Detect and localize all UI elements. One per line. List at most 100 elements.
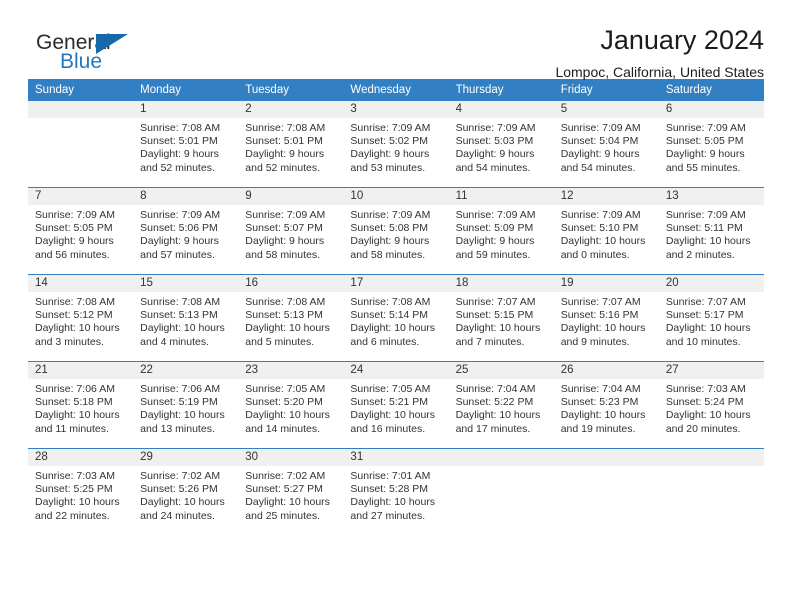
day-cell-28[interactable]: 28 Sunrise: 7:03 AM Sunset: 5:25 PM Dayligh…	[28, 449, 134, 529]
day-cell-5[interactable]: 5 Sunrise: 7:09 AM Sunset: 5:04 PM Daylight…	[553, 101, 659, 187]
day-info-line: and 6 minutes.	[350, 335, 420, 348]
day-cell-18[interactable]: 18 Sunrise: 7:07 AM Sunset: 5:15 PM Dayligh…	[448, 275, 554, 361]
day-cell-15[interactable]: 15 Sunrise: 7:08 AM Sunset: 5:13 PM Dayligh…	[133, 275, 239, 361]
day-number: 1	[133, 101, 239, 118]
day-info-line: and 19 minutes.	[560, 422, 636, 435]
day-sun-info: Sunrise: 7:08 AM Sunset: 5:13 PM Daylight:…	[133, 292, 238, 349]
day-info-line: Sunrise: 7:09 AM	[455, 209, 536, 221]
day-info-line: Daylight: 10 hours	[140, 496, 225, 509]
day-sun-info: Sunrise: 7:02 AM Sunset: 5:27 PM Daylight:…	[238, 466, 343, 523]
day-cell-26[interactable]: 26 Sunrise: 7:04 AM Sunset: 5:23 PM Dayligh…	[553, 362, 659, 448]
day-cell-12[interactable]: 12 Sunrise: 7:09 AM Sunset: 5:10 PM Dayligh…	[553, 188, 659, 274]
day-number: 29	[133, 449, 239, 466]
day-cell-16[interactable]: 16 Sunrise: 7:08 AM Sunset: 5:13 PM Dayligh…	[238, 275, 344, 361]
day-info-line: and 16 minutes.	[350, 422, 426, 435]
day-cell-14[interactable]: 14 Sunrise: 7:08 AM Sunset: 5:12 PM Dayligh…	[28, 275, 134, 361]
day-info-line: Sunrise: 7:04 AM	[455, 383, 536, 395]
day-cell-2[interactable]: 2 Sunrise: 7:08 AM Sunset: 5:01 PM Daylight…	[238, 101, 344, 187]
day-info-line: Sunset: 5:27 PM	[245, 483, 323, 496]
general-blue-logo[interactable]: General Blue	[28, 26, 148, 78]
day-sun-info: Sunrise: 7:06 AM Sunset: 5:18 PM Daylight:…	[28, 379, 133, 436]
day-sun-info: Sunrise: 7:05 AM Sunset: 5:20 PM Daylight:…	[238, 379, 343, 436]
day-cell-29[interactable]: 29 Sunrise: 7:02 AM Sunset: 5:26 PM Dayligh…	[133, 449, 239, 529]
day-cell-19[interactable]: 19 Sunrise: 7:07 AM Sunset: 5:16 PM Dayligh…	[553, 275, 659, 361]
calendar-week-cells: 21 Sunrise: 7:06 AM Sunset: 5:18 PM Dayligh…	[28, 362, 764, 448]
day-cell-6[interactable]: 6 Sunrise: 7:09 AM Sunset: 5:05 PM Daylight…	[658, 101, 764, 187]
weekday-header-friday: Friday	[560, 84, 593, 96]
day-info-line: Sunset: 5:23 PM	[560, 396, 639, 409]
day-info-line: Daylight: 9 hours	[560, 148, 640, 161]
day-info-line: Sunrise: 7:09 AM	[560, 122, 641, 134]
title-block: January 2024 Lompoc, California, United …	[555, 26, 764, 81]
day-info-line: and 2 minutes.	[665, 248, 735, 261]
day-number	[658, 449, 764, 466]
day-info-line: and 58 minutes.	[350, 248, 426, 261]
day-cell-17[interactable]: 17 Sunrise: 7:08 AM Sunset: 5:14 PM Dayligh…	[343, 275, 449, 361]
day-cell-25[interactable]: 25 Sunrise: 7:04 AM Sunset: 5:22 PM Dayligh…	[448, 362, 554, 448]
day-info-line: and 11 minutes.	[35, 422, 109, 435]
calendar-page: General Blue January 2024 Lompoc, Califo…	[0, 0, 792, 612]
day-info-line: Daylight: 9 hours	[455, 235, 535, 248]
day-cell-8[interactable]: 8 Sunrise: 7:09 AM Sunset: 5:06 PM Daylight…	[133, 188, 239, 274]
day-info-line: and 58 minutes.	[245, 248, 320, 261]
day-cell-4[interactable]: 4 Sunrise: 7:09 AM Sunset: 5:03 PM Daylight…	[448, 101, 554, 187]
day-number: 25	[448, 362, 554, 379]
page-subtitle: Lompoc, California, United States	[555, 64, 764, 81]
day-cell-3[interactable]: 3 Sunrise: 7:09 AM Sunset: 5:02 PM Daylight…	[343, 101, 449, 187]
day-info-line: Daylight: 10 hours	[140, 322, 225, 335]
day-info-line: Sunset: 5:24 PM	[665, 396, 744, 409]
day-number: 8	[133, 188, 239, 205]
day-sun-info: Sunrise: 7:07 AM Sunset: 5:17 PM Daylight:…	[659, 292, 764, 349]
day-cell-1[interactable]: 1 Sunrise: 7:08 AM Sunset: 5:01 PM Daylight…	[133, 101, 239, 187]
day-sun-info: Sunrise: 7:09 AM Sunset: 5:10 PM Daylight:…	[554, 205, 659, 262]
day-info-line: Sunset: 5:14 PM	[350, 309, 429, 322]
day-sun-info: Sunrise: 7:08 AM Sunset: 5:14 PM Daylight:…	[343, 292, 448, 349]
day-cell-21[interactable]: 21 Sunrise: 7:06 AM Sunset: 5:18 PM Dayligh…	[28, 362, 134, 448]
day-info-line: Sunset: 5:06 PM	[140, 222, 218, 235]
day-number	[553, 449, 659, 466]
page-header: General Blue January 2024 Lompoc, Califo…	[28, 0, 764, 81]
weekday-header-sunday: Sunday	[35, 84, 75, 96]
day-info-line: Sunrise: 7:07 AM	[560, 296, 641, 308]
day-sun-info: Sunrise: 7:07 AM Sunset: 5:15 PM Daylight:…	[449, 292, 554, 349]
day-number: 28	[28, 449, 134, 466]
day-info-line: Sunrise: 7:09 AM	[140, 209, 221, 221]
day-info-line: Sunset: 5:12 PM	[35, 309, 113, 322]
day-sun-info: Sunrise: 7:04 AM Sunset: 5:22 PM Daylight:…	[449, 379, 554, 436]
day-info-line: and 14 minutes.	[245, 422, 320, 435]
day-info-line: Sunset: 5:05 PM	[35, 222, 113, 235]
day-cell-10[interactable]: 10 Sunrise: 7:09 AM Sunset: 5:08 PM Dayligh…	[343, 188, 449, 274]
day-cell-13[interactable]: 13 Sunrise: 7:09 AM Sunset: 5:11 PM Dayligh…	[658, 188, 764, 274]
day-info-line: and 3 minutes.	[35, 335, 104, 348]
day-number: 17	[343, 275, 449, 292]
day-cell-22[interactable]: 22 Sunrise: 7:06 AM Sunset: 5:19 PM Dayligh…	[133, 362, 239, 448]
day-cell-31[interactable]: 31 Sunrise: 7:01 AM Sunset: 5:28 PM Dayligh…	[343, 449, 449, 529]
day-cell-30[interactable]: 30 Sunrise: 7:02 AM Sunset: 5:27 PM Dayligh…	[238, 449, 344, 529]
day-cell-20[interactable]: 20 Sunrise: 7:07 AM Sunset: 5:17 PM Dayligh…	[658, 275, 764, 361]
day-sun-info: Sunrise: 7:09 AM Sunset: 5:03 PM Daylight:…	[449, 118, 554, 175]
day-info-line: Daylight: 9 hours	[350, 235, 430, 248]
day-number: 24	[343, 362, 449, 379]
day-cell-23[interactable]: 23 Sunrise: 7:05 AM Sunset: 5:20 PM Dayligh…	[238, 362, 344, 448]
calendar-grid: Sunday Monday Tuesday Wednesday Thursday Frid…	[28, 79, 764, 529]
day-sun-info: Sunrise: 7:08 AM Sunset: 5:12 PM Daylight:…	[28, 292, 133, 349]
day-info-line: Sunset: 5:01 PM	[245, 135, 323, 148]
day-info-line: Sunset: 5:26 PM	[140, 483, 218, 496]
day-cell-11[interactable]: 11 Sunrise: 7:09 AM Sunset: 5:09 PM Dayligh…	[448, 188, 554, 274]
day-info-line: and 55 minutes.	[665, 161, 741, 174]
day-sun-info: Sunrise: 7:03 AM Sunset: 5:24 PM Daylight:…	[659, 379, 764, 436]
day-info-line: Daylight: 10 hours	[455, 322, 541, 335]
day-info-line: Daylight: 10 hours	[140, 409, 225, 422]
day-number: 19	[553, 275, 659, 292]
day-info-line: Sunrise: 7:03 AM	[35, 470, 115, 482]
day-cell-24[interactable]: 24 Sunrise: 7:05 AM Sunset: 5:21 PM Dayligh…	[343, 362, 449, 448]
day-cell-9[interactable]: 9 Sunrise: 7:09 AM Sunset: 5:07 PM Daylight…	[238, 188, 344, 274]
day-number: 12	[553, 188, 659, 205]
day-info-line: Sunset: 5:20 PM	[245, 396, 323, 409]
day-info-line: Sunrise: 7:08 AM	[245, 296, 326, 308]
day-cell-7[interactable]: 7 Sunrise: 7:09 AM Sunset: 5:05 PM Daylight…	[28, 188, 134, 274]
day-cell-27[interactable]: 27 Sunrise: 7:03 AM Sunset: 5:24 PM Dayligh…	[658, 362, 764, 448]
day-info-line: Sunset: 5:28 PM	[350, 483, 429, 496]
day-info-line: Sunrise: 7:08 AM	[140, 122, 221, 134]
day-sun-info: Sunrise: 7:09 AM Sunset: 5:08 PM Daylight:…	[343, 205, 448, 262]
